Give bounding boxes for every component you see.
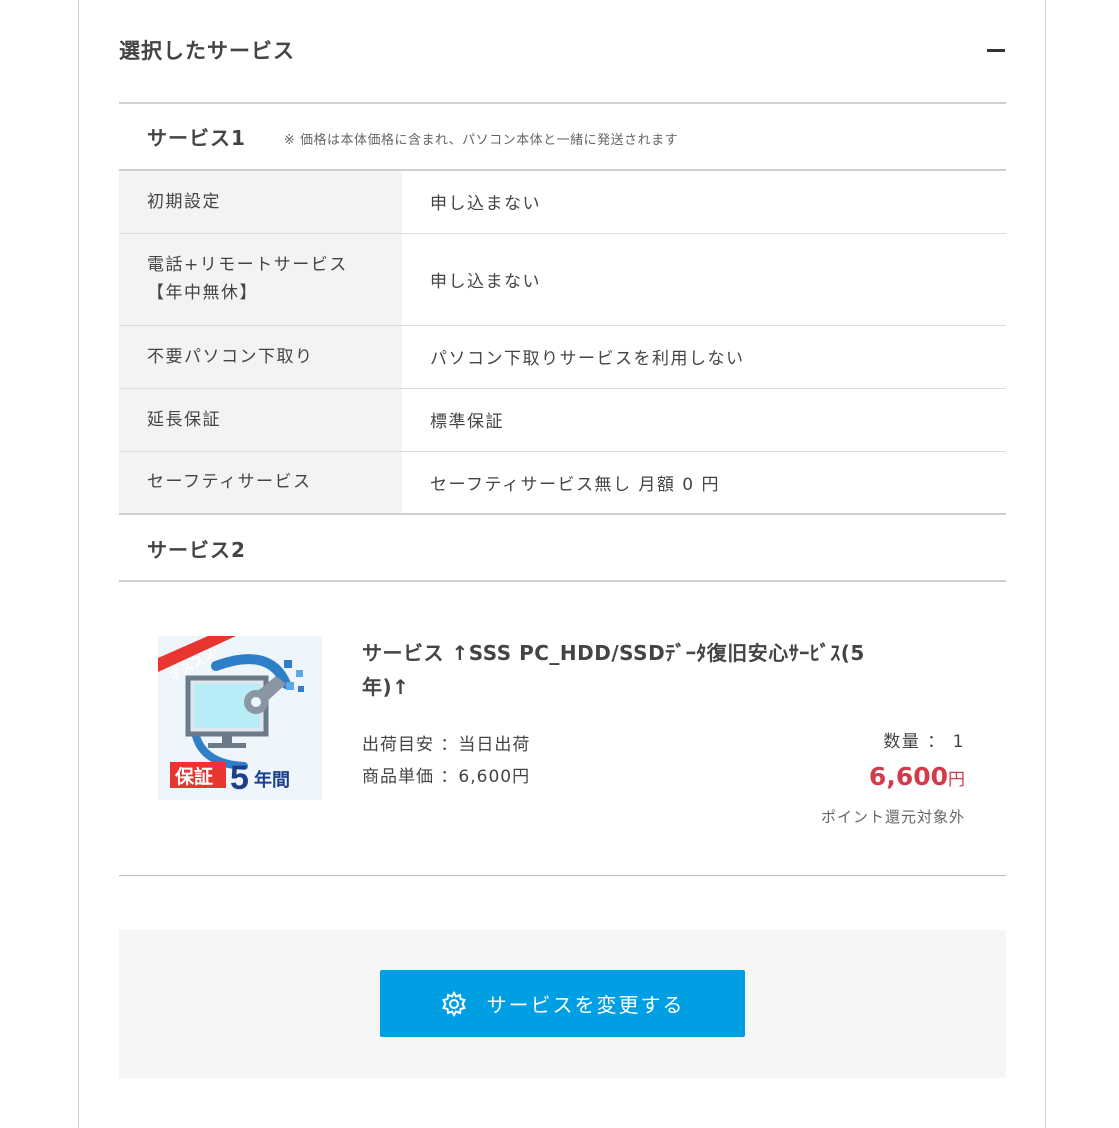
row-label: 初期設定 (119, 170, 402, 234)
row-label: 延長保証 (119, 388, 402, 452)
row-value: 申し込まない (402, 233, 1006, 326)
product-divider (119, 875, 1006, 876)
product-name-line1: サービス ↑SSS PC_HDD/SSDﾃﾞｰﾀ復旧安心ｻｰﾋﾞｽ(5 (362, 641, 865, 665)
product-name-line2: 年)↑ (362, 675, 410, 699)
table-row: 初期設定 申し込まない (119, 170, 1006, 234)
table-row: 電話+リモートサービス 【年中無休】 申し込まない (119, 233, 1006, 326)
point-note: ポイント還元対象外 (820, 808, 965, 826)
row-value: 申し込まない (402, 170, 1006, 234)
price-amount: 6,600 (868, 762, 948, 791)
ship-estimate: 出荷目安 ：当日出荷 (362, 735, 531, 755)
change-service-button[interactable]: サービスを変更する (380, 970, 745, 1037)
warranty-label: 保証 (174, 765, 213, 788)
service2-title: サービス2 (147, 537, 246, 562)
price: 6,600円 (869, 762, 965, 791)
row-label-line2: 【年中無休】 (147, 283, 258, 303)
selected-services-header: 選択したサービス (119, 30, 1006, 70)
row-value: 標準保証 (402, 388, 1006, 452)
table-row: セーフティサービス セーフティサービス無し 月額 0 円 (119, 451, 1006, 515)
table-row: 延長保証 標準保証 (119, 388, 1006, 452)
product-name: サービス ↑SSS PC_HDD/SSDﾃﾞｰﾀ復旧安心ｻｰﾋﾞｽ(5 年)↑ (362, 636, 922, 704)
gear-icon (441, 990, 466, 1017)
product-illustration: オススメ 保証 5 年間 (158, 636, 322, 800)
product-image: オススメ 保証 5 年間 (158, 636, 322, 800)
warranty-period: 年間 (254, 769, 290, 791)
warranty-years: 5 (230, 759, 249, 797)
service1-note: ※ 価格は本体価格に含まれ、パソコン本体と一緒に発送されます (283, 132, 679, 148)
service2-header: サービス2 (119, 516, 1006, 582)
row-label: 電話+リモートサービス 【年中無休】 (119, 233, 402, 326)
action-area: サービスを変更する (119, 930, 1006, 1078)
row-label: セーフティサービス (119, 451, 402, 515)
change-service-label: サービスを変更する (486, 993, 685, 1017)
table-row: 不要パソコン下取り パソコン下取りサービスを利用しない (119, 325, 1006, 389)
quantity: 数量 ： 1 (883, 732, 965, 752)
service1-header: サービス1 ※ 価格は本体価格に含まれ、パソコン本体と一緒に発送されます (119, 102, 1006, 168)
price-unit: 円 (948, 770, 965, 790)
collapse-icon[interactable] (986, 40, 1006, 60)
service1-table: 初期設定 申し込まない 電話+リモートサービス 【年中無休】 申し込まない 不要… (119, 169, 1006, 515)
row-value: セーフティサービス無し 月額 0 円 (402, 451, 1006, 515)
section-title: 選択したサービス (119, 39, 295, 63)
service1-title: サービス1 (147, 125, 246, 150)
row-label: 不要パソコン下取り (119, 325, 402, 389)
row-value: パソコン下取りサービスを利用しない (402, 325, 1006, 389)
row-label-line1: 電話+リモートサービス (147, 255, 348, 275)
unit-price: 商品単価 ：6,600円 (362, 767, 531, 787)
